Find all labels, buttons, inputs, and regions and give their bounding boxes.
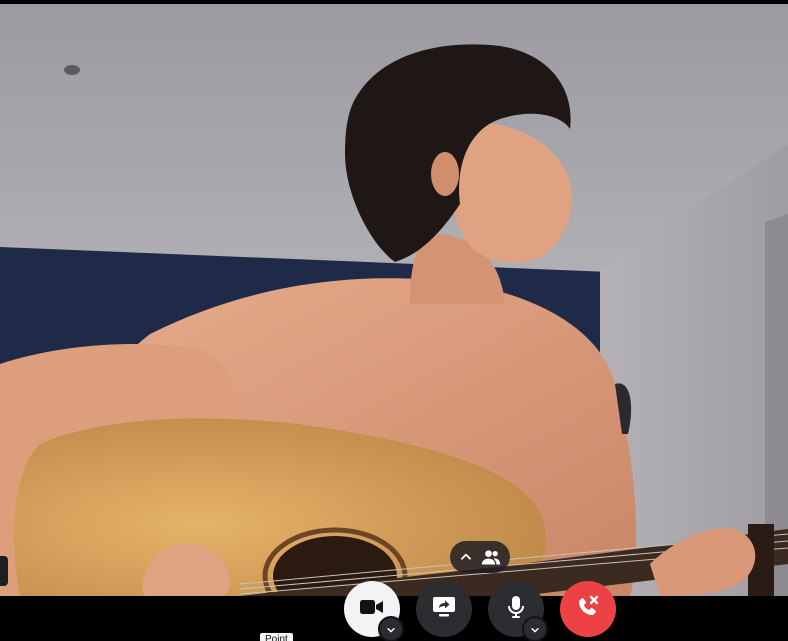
remote-video-feed (0, 4, 788, 596)
chevron-up-icon (459, 550, 473, 564)
screen-share-icon (432, 596, 456, 622)
side-panel-handle[interactable] (0, 556, 8, 586)
video-call-window: Point (0, 0, 788, 641)
control-tooltip: Point (260, 633, 293, 641)
participants-toggle[interactable] (450, 541, 510, 573)
chevron-down-icon (530, 620, 540, 639)
camera-options-button[interactable] (378, 616, 404, 641)
chevron-down-icon (386, 620, 396, 639)
video-frame-image (0, 4, 788, 596)
video-camera-icon (360, 598, 384, 620)
microphone-icon (507, 595, 525, 623)
share-screen-button[interactable] (416, 581, 472, 637)
phone-hangup-icon (575, 595, 601, 623)
leave-call-button[interactable] (560, 581, 616, 637)
microphone-options-button[interactable] (522, 616, 548, 641)
people-icon (481, 548, 501, 566)
